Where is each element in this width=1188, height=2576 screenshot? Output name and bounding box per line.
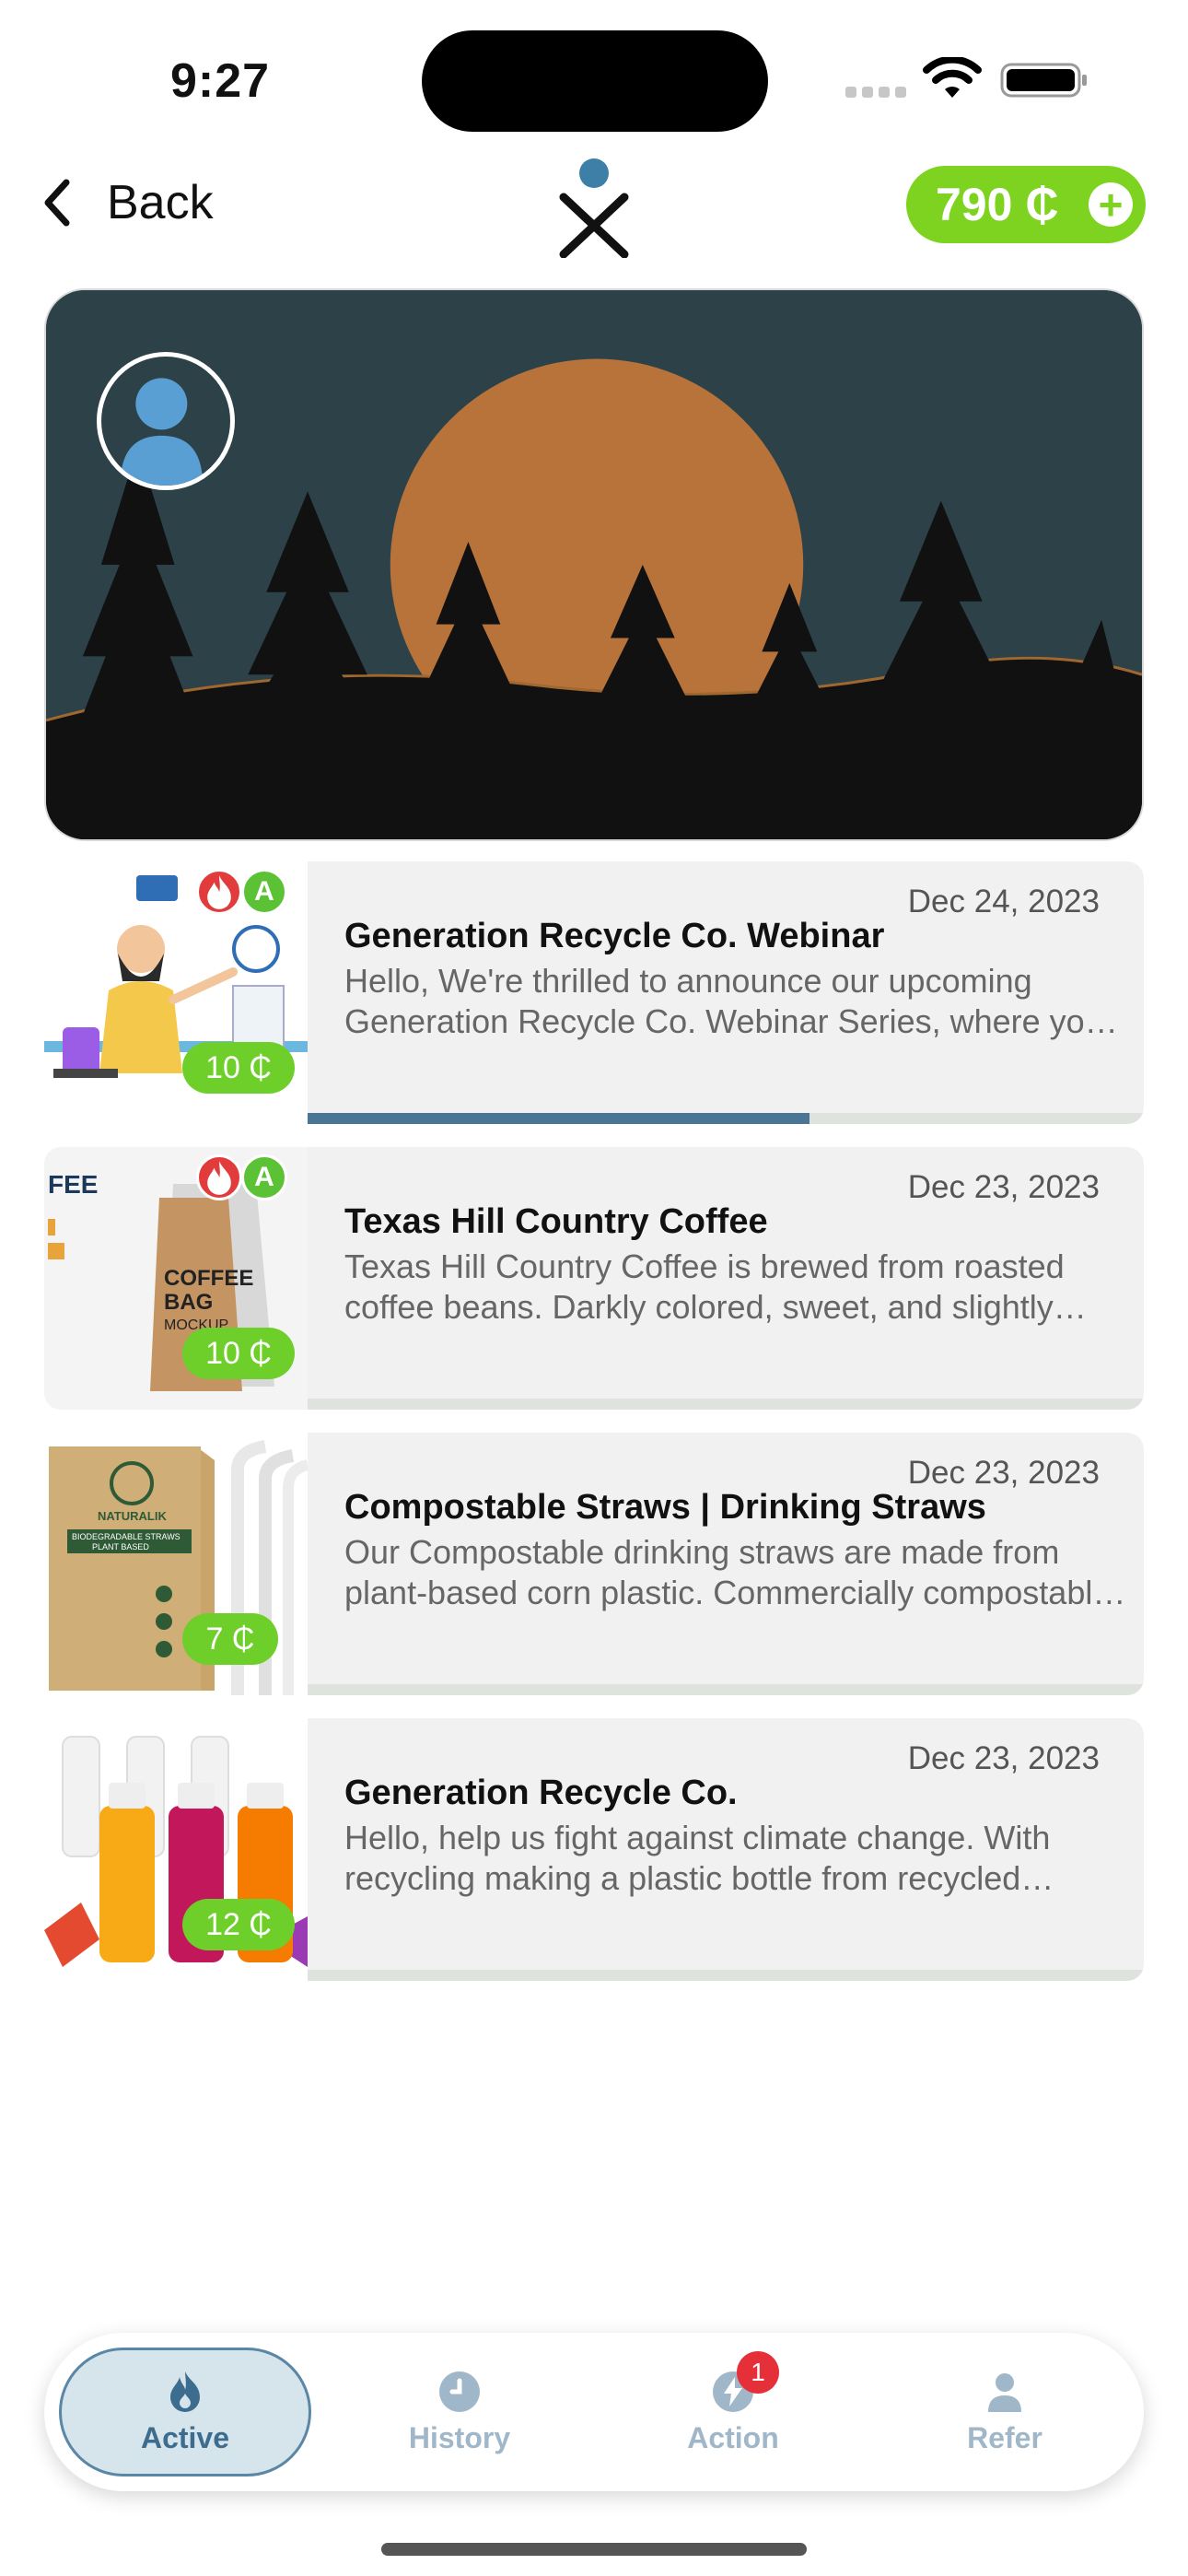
thumb-text: PLANT BASED <box>92 1542 149 1551</box>
card-title: Compostable Straws | Drinking Straws <box>344 1488 986 1527</box>
flame-icon <box>207 1160 231 1195</box>
card-title: Generation Recycle Co. <box>344 1774 738 1812</box>
card-date: Dec 23, 2023 <box>907 1740 1100 1776</box>
clock-icon <box>439 2371 480 2412</box>
credits-value: 790 ₵ <box>936 179 1059 230</box>
card-thumbnail: FEE COFFEE BAG MOCKUP A 10 ₵ <box>44 1147 308 1410</box>
home-indicator <box>381 2543 807 2556</box>
tab-label: Refer <box>967 2420 1042 2454</box>
tab-action[interactable]: 1 Action <box>607 2348 859 2476</box>
thumb-text: BIODEGRADABLE STRAWS <box>72 1532 181 1541</box>
a-badge: A <box>241 1154 287 1200</box>
app-logo <box>559 158 629 258</box>
progress-track <box>308 1970 1144 1981</box>
reward-badge: 12 ₵ <box>182 1899 295 1950</box>
reward-badge: 10 ₵ <box>182 1042 295 1094</box>
card-title: Generation Recycle Co. Webinar <box>344 917 885 955</box>
dynamic-island <box>422 30 768 132</box>
feed-card-webinar[interactable]: A 10 ₵ Dec 24, 2023 Generation Recycle C… <box>44 861 1144 1124</box>
feed-card-coffee[interactable]: FEE COFFEE BAG MOCKUP A 10 ₵ Dec 23, 202… <box>44 1147 1144 1410</box>
back-button[interactable]: Back <box>39 175 214 230</box>
flame-icon <box>207 874 231 909</box>
feed-card-bottles[interactable]: 12 ₵ Dec 23, 2023 Generation Recycle Co.… <box>44 1718 1144 1981</box>
tab-label: Active <box>140 2420 230 2454</box>
flame-icon <box>170 2371 200 2412</box>
feed-card-straws[interactable]: NATURALIK BIODEGRADABLE STRAWS PLANT BAS… <box>44 1433 1144 1695</box>
cellular-signal-icon <box>845 86 912 102</box>
status-time: 9:27 <box>170 54 271 108</box>
card-date: Dec 23, 2023 <box>907 1455 1100 1491</box>
tab-label: History <box>408 2420 511 2454</box>
person-avatar-icon <box>120 378 204 486</box>
progress-track <box>308 1684 1144 1695</box>
card-body: Dec 23, 2023 Texas Hill Country Coffee T… <box>308 1147 1144 1410</box>
progress-track <box>308 1399 1144 1410</box>
tab-history[interactable]: History <box>333 2348 586 2476</box>
card-title: Texas Hill Country Coffee <box>344 1202 768 1241</box>
chevron-left-icon <box>44 179 70 227</box>
thumb-text: FEE <box>48 1170 98 1199</box>
card-thumbnail: NATURALIK BIODEGRADABLE STRAWS PLANT BAS… <box>44 1433 308 1695</box>
card-thumbnail: A 10 ₵ <box>44 861 308 1124</box>
back-label: Back <box>107 176 214 229</box>
hot-badge <box>196 869 242 915</box>
card-body: Dec 23, 2023 Compostable Straws | Drinki… <box>308 1433 1144 1695</box>
wifi-icon <box>923 57 982 98</box>
battery-icon <box>1000 63 1087 98</box>
credits-balance-button[interactable]: 790 ₵ + <box>906 166 1146 243</box>
progress-track <box>308 1113 1144 1124</box>
action-icon-wrapper: 1 <box>711 2350 779 2414</box>
tab-label: Action <box>687 2420 779 2454</box>
card-date: Dec 24, 2023 <box>907 884 1100 919</box>
notification-badge: 1 <box>737 2350 779 2394</box>
a-badge: A <box>241 869 287 915</box>
card-thumbnail: 12 ₵ <box>44 1718 308 1981</box>
reward-badge: 7 ₵ <box>182 1613 278 1665</box>
tab-active[interactable]: Active <box>59 2348 311 2476</box>
hot-badge <box>196 1154 242 1200</box>
person-icon <box>988 2372 1021 2412</box>
card-body: Dec 23, 2023 Generation Recycle Co. Hell… <box>308 1718 1144 1981</box>
avatar[interactable] <box>97 352 235 490</box>
reward-badge: 10 ₵ <box>182 1328 295 1379</box>
card-description: Our Compostable drinking straws are made… <box>344 1533 1112 1611</box>
bottom-tab-bar: Active History 1 Action Refer <box>44 2333 1144 2491</box>
card-date: Dec 23, 2023 <box>907 1169 1100 1205</box>
card-description: Hello, help us fight against climate cha… <box>344 1819 1051 1897</box>
card-description: Hello, We're thrilled to announce our up… <box>344 962 1124 1040</box>
thumb-text: NATURALIK <box>98 1509 167 1523</box>
progress-fill <box>308 1113 809 1124</box>
card-body: Dec 24, 2023 Generation Recycle Co. Webi… <box>308 861 1144 1124</box>
plus-icon: + <box>1089 182 1133 227</box>
tab-refer[interactable]: Refer <box>879 2348 1131 2476</box>
card-description: Texas Hill Country Coffee is brewed from… <box>344 1247 1065 1326</box>
